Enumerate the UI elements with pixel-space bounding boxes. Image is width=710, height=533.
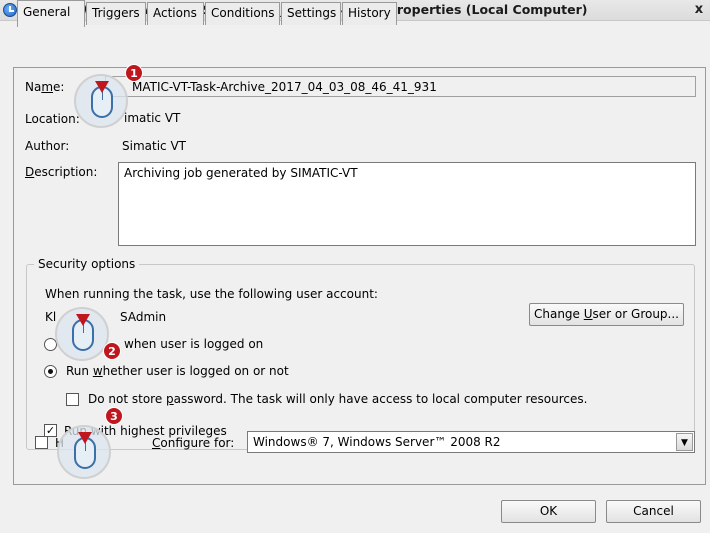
configure-for-value: Windows® 7, Windows Server™ 2008 R2	[253, 435, 501, 449]
ok-button[interactable]: OK	[501, 500, 596, 523]
pointer-arrow-icon	[78, 432, 92, 444]
cancel-button[interactable]: Cancel	[606, 500, 701, 523]
close-button[interactable]: x	[692, 2, 706, 18]
user-account-prefix: Kl	[45, 310, 57, 324]
account-prompt: When running the task, use the following…	[45, 287, 378, 301]
mouse-click-callout-2	[55, 307, 109, 361]
name-field[interactable]: MATIC-VT-Task-Archive_2017_04_03_08_46_4…	[105, 76, 696, 97]
author-label: Author:	[25, 139, 70, 153]
radio-run-whether-logged-on[interactable]	[44, 365, 57, 378]
hidden-checkbox[interactable]	[35, 436, 48, 449]
step-badge-3: 3	[105, 407, 123, 425]
author-value: Simatic VT	[122, 139, 186, 153]
mouse-click-callout-1	[74, 74, 128, 128]
task-properties-window: SIMATIC-VT-Task-Archive_2017_04_03_08_46…	[0, 0, 710, 533]
tab-triggers[interactable]: Triggers	[86, 2, 146, 25]
description-field[interactable]: Archiving job generated by SIMATIC-VT	[118, 162, 696, 246]
radio-run-only-logged-on-label: when user is logged on	[124, 337, 264, 351]
configure-for-label: Configure for:	[152, 436, 235, 450]
change-user-button[interactable]: Change User or Group...	[529, 303, 684, 326]
task-clock-icon	[3, 3, 17, 17]
location-value: imatic VT	[124, 111, 181, 125]
step-badge-2: 2	[103, 342, 121, 360]
location-label: Location:	[25, 112, 80, 126]
no-store-password-checkbox[interactable]	[66, 393, 79, 406]
configure-for-select[interactable]: Windows® 7, Windows Server™ 2008 R2 ▼	[247, 431, 695, 453]
pointer-arrow-icon	[95, 81, 109, 93]
pointer-arrow-icon	[76, 314, 90, 326]
radio-run-whether-logged-on-label: Run whether user is logged on or not	[66, 364, 289, 378]
tab-actions[interactable]: Actions	[147, 2, 204, 25]
security-options-title: Security options	[34, 257, 140, 271]
name-label: Name:	[25, 80, 65, 94]
tab-conditions[interactable]: Conditions	[205, 2, 280, 25]
tab-general[interactable]: General	[17, 0, 85, 27]
chevron-down-icon[interactable]: ▼	[676, 433, 693, 451]
name-value: MATIC-VT-Task-Archive_2017_04_03_08_46_4…	[132, 80, 437, 94]
tab-settings[interactable]: Settings	[281, 2, 341, 25]
no-store-password-label: Do not store password. The task will onl…	[88, 392, 588, 406]
description-label: Description:	[25, 165, 98, 179]
mouse-click-callout-3	[57, 425, 111, 479]
tab-history[interactable]: History	[342, 2, 397, 25]
step-badge-1: 1	[125, 64, 143, 82]
user-account-value: SAdmin	[120, 310, 167, 324]
change-user-label: Change User or Group...	[533, 307, 679, 321]
